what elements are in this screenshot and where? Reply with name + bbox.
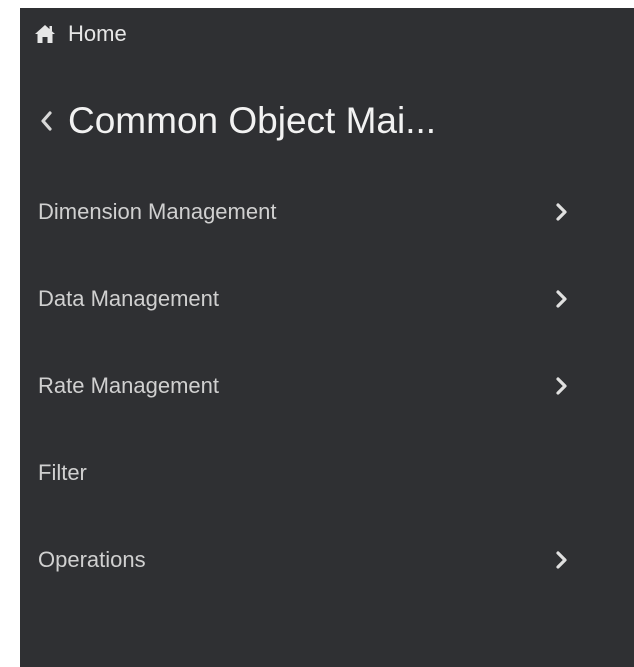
home-label: Home — [68, 21, 127, 46]
navigation-panel: Home Common Object Mai... Dimension Mana… — [20, 8, 634, 667]
menu-list: Dimension Management Data Management Rat… — [20, 168, 634, 603]
home-link[interactable]: Home — [34, 20, 127, 48]
menu-item-label: Rate Management — [38, 372, 219, 398]
chevron-left-icon — [38, 110, 54, 132]
chevron-right-icon — [555, 376, 569, 396]
menu-item-label: Filter — [38, 459, 87, 485]
back-button[interactable]: Common Object Mai... — [38, 96, 436, 146]
section-title: Common Object Mai... — [68, 100, 437, 141]
chevron-right-icon — [555, 289, 569, 309]
menu-item-dimension-management[interactable]: Dimension Management — [20, 168, 634, 255]
menu-item-label: Dimension Management — [38, 198, 277, 224]
home-icon — [34, 24, 56, 44]
chevron-right-icon — [555, 550, 569, 570]
menu-item-filter[interactable]: Filter — [20, 429, 634, 516]
menu-item-label: Operations — [38, 546, 146, 572]
menu-item-data-management[interactable]: Data Management — [20, 255, 634, 342]
menu-item-rate-management[interactable]: Rate Management — [20, 342, 634, 429]
menu-item-operations[interactable]: Operations — [20, 516, 634, 603]
chevron-right-icon — [555, 202, 569, 222]
menu-item-label: Data Management — [38, 285, 219, 311]
